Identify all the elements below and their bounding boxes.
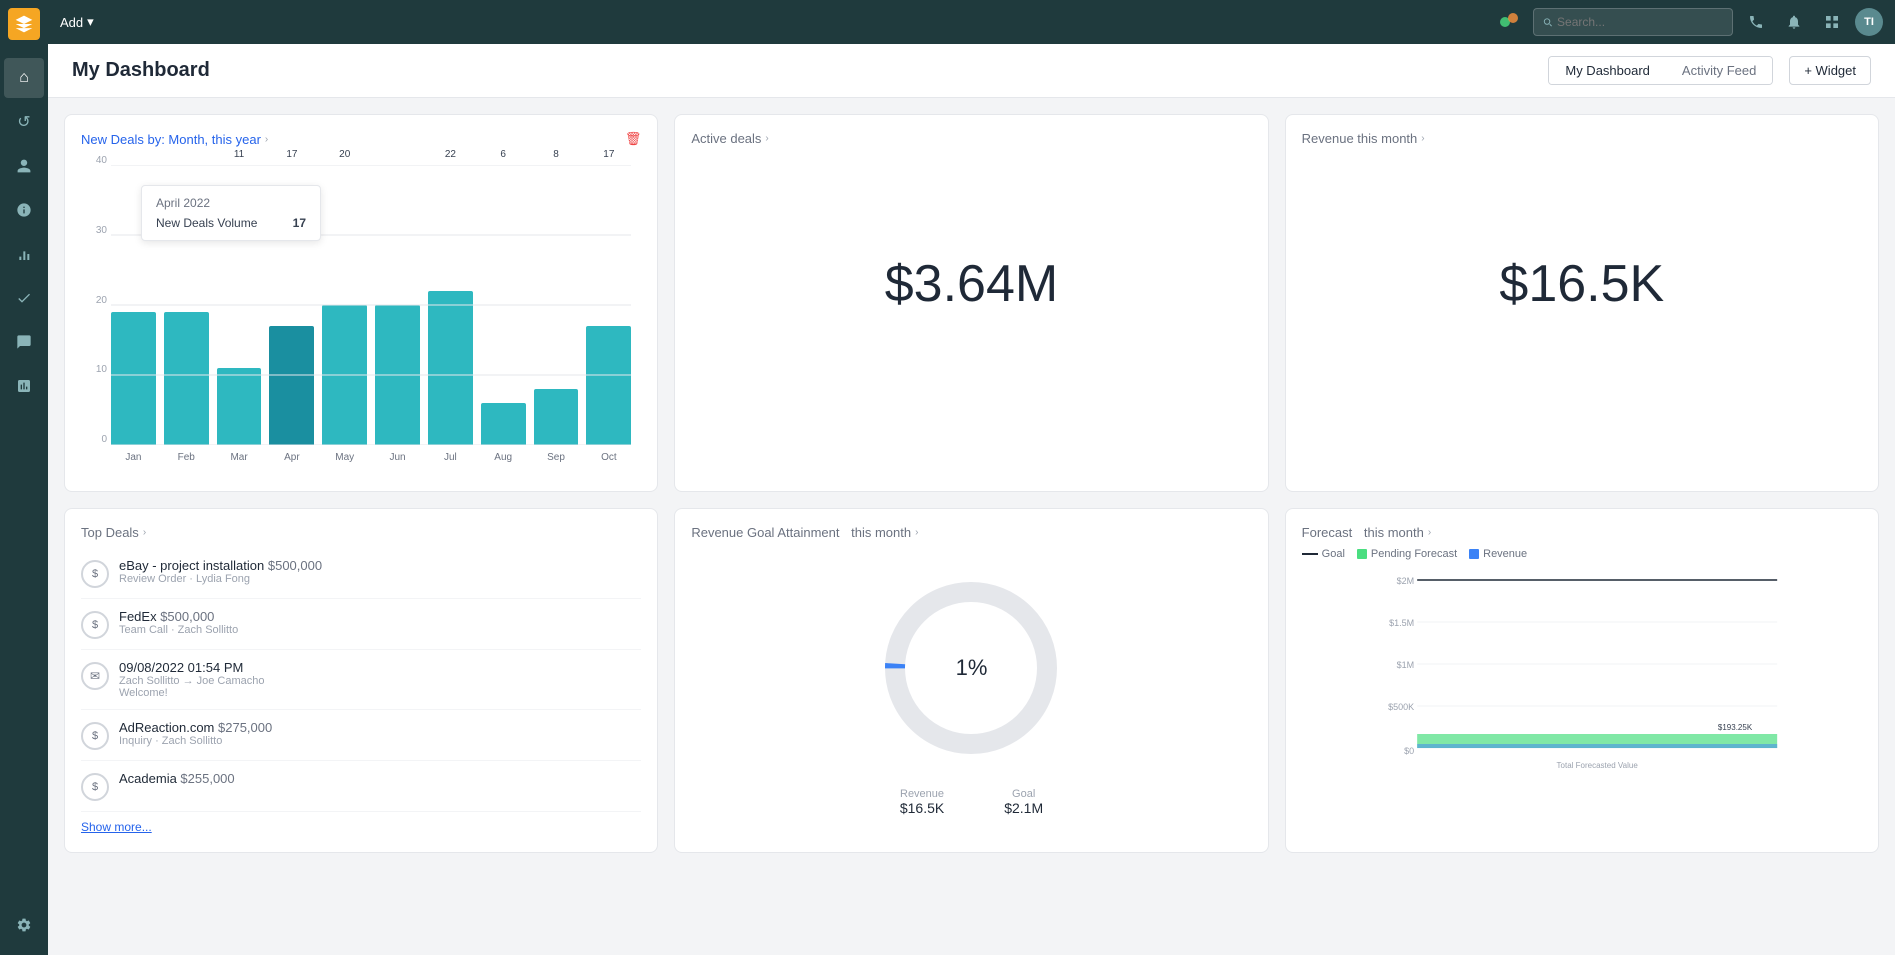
- main-container: Add ▾ TI My Dashboard: [48, 0, 1895, 955]
- sidebar-item-tasks[interactable]: [4, 278, 44, 318]
- active-deals-title: Active deals ›: [691, 131, 1251, 146]
- top-deals-card: Top Deals › $ eBay - project installatio…: [64, 508, 658, 853]
- add-button[interactable]: Add ▾: [60, 14, 94, 30]
- revenue-goal-title: Revenue Goal Attainment this month ›: [691, 525, 1251, 540]
- svg-text:$2M: $2M: [1396, 576, 1414, 586]
- svg-text:$1M: $1M: [1396, 660, 1414, 670]
- tab-my-dashboard[interactable]: My Dashboard: [1548, 56, 1667, 85]
- svg-text:$500K: $500K: [1388, 702, 1414, 712]
- tooltip-value: 17: [293, 216, 306, 230]
- revenue-stat: Revenue $16.5K: [900, 788, 944, 816]
- page-title: My Dashboard: [72, 59, 1532, 82]
- sidebar-item-home[interactable]: ⌂: [4, 58, 44, 98]
- bar-aug[interactable]: 6 Aug: [481, 165, 526, 445]
- deal-dollar-icon: $: [81, 560, 109, 588]
- connect-icon[interactable]: [1493, 6, 1525, 38]
- forecast-chart-area: $2M $1.5M $1M $500K $0: [1302, 572, 1862, 772]
- pending-forecast-box-icon: [1357, 549, 1367, 559]
- show-more-link[interactable]: Show more...: [81, 820, 152, 834]
- new-deals-link[interactable]: New Deals by: Month, this year: [81, 132, 261, 147]
- revenue-goal-card: Revenue Goal Attainment this month › 1%: [674, 508, 1268, 853]
- dashboard-grid: New Deals by: Month, this year › 🗑 40 30…: [48, 98, 1895, 869]
- page-header: My Dashboard My Dashboard Activity Feed …: [48, 44, 1895, 98]
- search-icon: [1542, 16, 1553, 28]
- sidebar: ⌂ ↺: [0, 0, 48, 955]
- bell-icon[interactable]: [1779, 7, 1809, 37]
- svg-text:$1.5M: $1.5M: [1389, 618, 1414, 628]
- donut-container: 1% Revenue $16.5K Goal $2.1M: [691, 548, 1251, 836]
- sidebar-item-leaderboard[interactable]: [4, 234, 44, 274]
- avatar[interactable]: TI: [1855, 8, 1883, 36]
- revenue-value: $16.5K: [1302, 154, 1862, 414]
- deal-dollar-icon: $: [81, 722, 109, 750]
- sidebar-item-inbox[interactable]: ↺: [4, 102, 44, 142]
- donut-percentage: 1%: [956, 655, 988, 681]
- top-deals-title: Top Deals ›: [81, 525, 641, 540]
- svg-text:$0: $0: [1404, 746, 1414, 756]
- deal-email-icon: ✉: [81, 662, 109, 690]
- bar-jul[interactable]: 22 Jul: [428, 165, 473, 445]
- search-input[interactable]: [1557, 15, 1724, 29]
- bar-jun[interactable]: Jun: [375, 165, 420, 445]
- goal-stat: Goal $2.1M: [1004, 788, 1043, 816]
- chevron-right-icon: ›: [1428, 527, 1431, 538]
- chevron-down-icon: ▾: [87, 14, 94, 30]
- search-box[interactable]: [1533, 8, 1733, 36]
- tooltip-label: New Deals Volume: [156, 216, 257, 230]
- sidebar-item-contacts[interactable]: [4, 146, 44, 186]
- sidebar-item-reports[interactable]: [4, 366, 44, 406]
- chart-tooltip: April 2022 New Deals Volume 17: [141, 185, 321, 241]
- deal-dollar-icon: $: [81, 611, 109, 639]
- revenue-title: Revenue this month ›: [1302, 131, 1862, 146]
- deal-item-fedex[interactable]: $ FedEx $500,000 Team Call · Zach Sollit…: [81, 599, 641, 650]
- topbar: Add ▾ TI: [48, 0, 1895, 44]
- app-logo[interactable]: [8, 8, 40, 40]
- chevron-right-icon: ›: [765, 133, 768, 144]
- forecast-legend: Goal Pending Forecast Revenue: [1302, 548, 1862, 560]
- deal-dollar-icon: $: [81, 773, 109, 801]
- bar-oct[interactable]: 17 Oct: [586, 165, 631, 445]
- tab-activity-feed[interactable]: Activity Feed: [1666, 57, 1772, 84]
- chevron-right-icon: ›: [265, 134, 268, 145]
- deal-item-academia[interactable]: $ Academia $255,000: [81, 761, 641, 812]
- chart-container: 40 30 20 10 0 April 2022 New Deals Volum…: [81, 155, 641, 475]
- phone-icon[interactable]: [1741, 7, 1771, 37]
- sidebar-item-deals[interactable]: [4, 190, 44, 230]
- revenue-card: Revenue this month › $16.5K: [1285, 114, 1879, 492]
- chevron-right-icon: ›: [1421, 133, 1424, 144]
- content: My Dashboard My Dashboard Activity Feed …: [48, 44, 1895, 955]
- add-widget-button[interactable]: + Widget: [1789, 56, 1871, 85]
- forecast-card: Forecast this month › Goal Pending Forec…: [1285, 508, 1879, 853]
- sidebar-item-chat[interactable]: [4, 322, 44, 362]
- chevron-right-icon: ›: [143, 527, 146, 538]
- revenue-box-icon: [1469, 549, 1479, 559]
- chevron-right-icon: ›: [915, 527, 918, 538]
- svg-text:Total Forecasted Value: Total Forecasted Value: [1556, 761, 1638, 770]
- grid-icon[interactable]: [1817, 7, 1847, 37]
- deal-item-email[interactable]: ✉ 09/08/2022 01:54 PM Zach Sollitto → Jo…: [81, 650, 641, 710]
- new-deals-title: New Deals by: Month, this year › 🗑: [81, 131, 641, 147]
- y-axis: 40 30 20 10 0: [81, 155, 111, 445]
- delete-icon[interactable]: 🗑: [625, 131, 642, 147]
- deal-item-ebay[interactable]: $ eBay - project installation $500,000 R…: [81, 548, 641, 599]
- bar-sep[interactable]: 8 Sep: [534, 165, 579, 445]
- tab-group: My Dashboard Activity Feed: [1548, 56, 1773, 85]
- donut-chart: 1%: [871, 568, 1071, 768]
- tooltip-month: April 2022: [156, 196, 306, 210]
- donut-stats: Revenue $16.5K Goal $2.1M: [900, 788, 1043, 816]
- deal-item-adreaction[interactable]: $ AdReaction.com $275,000 Inquiry · Zach…: [81, 710, 641, 761]
- new-deals-card: New Deals by: Month, this year › 🗑 40 30…: [64, 114, 658, 492]
- active-deals-card: Active deals › $3.64M: [674, 114, 1268, 492]
- forecast-svg: $2M $1.5M $1M $500K $0: [1302, 572, 1862, 772]
- sidebar-item-settings[interactable]: [4, 905, 44, 945]
- bar-may[interactable]: 20 May: [322, 165, 367, 445]
- forecast-title: Forecast this month ›: [1302, 525, 1862, 540]
- svg-text:$193.25K: $193.25K: [1718, 723, 1753, 732]
- goal-line-icon: [1302, 553, 1318, 555]
- active-deals-value: $3.64M: [691, 154, 1251, 414]
